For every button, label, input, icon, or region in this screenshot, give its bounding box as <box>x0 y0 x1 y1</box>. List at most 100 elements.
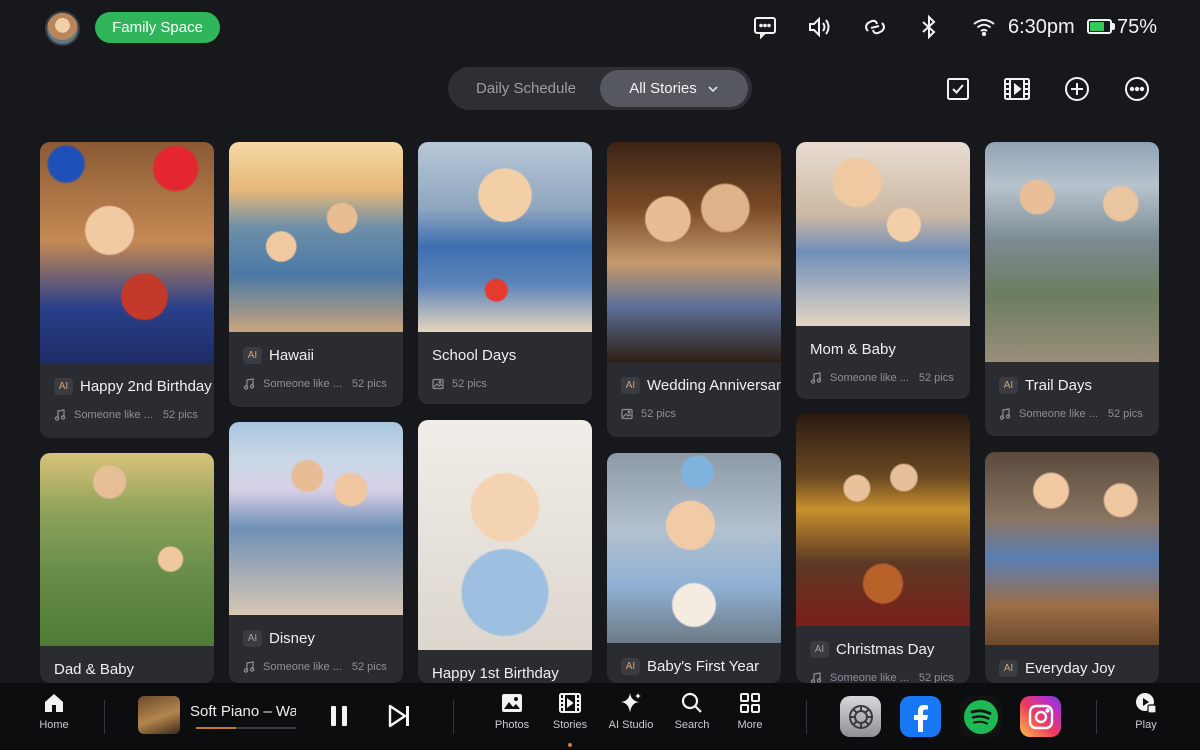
story-cover-photo <box>229 422 403 615</box>
music-note-icon <box>999 408 1011 420</box>
play-cast-icon <box>1136 693 1157 714</box>
dock-separator <box>1096 700 1097 734</box>
music-note-icon <box>810 672 822 683</box>
story-meta: Someone like ... 52 pics <box>999 408 1143 420</box>
story-cover-photo <box>40 142 214 363</box>
music-note-icon <box>810 372 822 384</box>
ai-badge-icon: AI <box>54 378 73 395</box>
photos-label: Photos <box>494 719 530 731</box>
story-pic-count: 52 pics <box>1107 408 1143 420</box>
story-card[interactable]: AI Wedding Anniversary 52 pics <box>607 142 781 437</box>
story-meta: Someone like ... 52 pics <box>243 378 387 390</box>
story-meta: Someone like ... 52 pics <box>243 661 387 673</box>
dock-stories[interactable]: Stories <box>540 691 600 731</box>
stories-label: Stories <box>552 719 588 731</box>
story-pic-count: 52 pics <box>641 408 676 420</box>
now-playing-progress-fill <box>196 727 236 729</box>
story-card[interactable]: AI Happy 2nd Birthday Someone like ... 52 p… <box>40 142 214 438</box>
search-icon <box>681 692 702 713</box>
story-title: Everyday Joy <box>1025 660 1116 677</box>
story-cover-photo <box>40 453 214 646</box>
story-title: Trail Days <box>1025 377 1092 394</box>
dock-separator <box>806 700 807 734</box>
next-track-button[interactable] <box>386 703 412 729</box>
story-card[interactable]: AI Trail Days Someone like ... 52 pics <box>985 142 1159 436</box>
now-playing-artwork[interactable] <box>138 696 180 734</box>
dock-search[interactable]: Search <box>662 691 722 731</box>
dock-more[interactable]: More <box>720 691 780 731</box>
story-title-row: AI Wedding Anniversary <box>621 377 781 394</box>
home-label: Home <box>39 719 69 731</box>
story-cover-photo <box>418 420 592 650</box>
story-pic-count: 52 pics <box>162 409 198 421</box>
dock-photos[interactable]: Photos <box>482 691 542 731</box>
story-title: Hawaii <box>269 347 315 364</box>
story-cover-photo <box>985 142 1159 362</box>
story-cover-photo <box>796 142 970 326</box>
instagram-icon[interactable] <box>1020 696 1061 737</box>
story-title-row: Mom & Baby <box>810 341 896 358</box>
story-cover-photo <box>796 414 970 626</box>
story-title-row: AI Happy 2nd Birthday <box>54 378 212 395</box>
story-meta: Someone like ... 52 pics <box>54 409 198 421</box>
dock-play[interactable]: Play <box>1116 691 1176 731</box>
now-playing-title[interactable]: Soft Piano – Warm <box>190 703 296 720</box>
facebook-icon[interactable] <box>900 696 941 737</box>
ai-badge-icon: AI <box>621 377 640 394</box>
story-cover-photo <box>607 453 781 643</box>
ai-badge-icon: AI <box>999 660 1018 677</box>
spotify-icon[interactable] <box>960 696 1001 737</box>
dock-ai-studio[interactable]: AI Studio <box>601 691 661 731</box>
ai-badge-icon: AI <box>999 377 1018 394</box>
story-title-row: AI Disney <box>243 630 315 647</box>
pause-button[interactable] <box>326 703 352 729</box>
story-pic-count: 52 pics <box>351 661 387 673</box>
settings-icon[interactable] <box>840 696 881 737</box>
story-title: Happy 2nd Birthday <box>80 378 212 395</box>
home-icon <box>45 694 63 712</box>
story-music: Someone like ... <box>263 378 342 390</box>
story-title-row: School Days <box>432 347 516 364</box>
more-label: More <box>737 719 763 731</box>
story-title: Dad & Baby <box>54 661 135 678</box>
ai-studio-label: AI Studio <box>608 719 654 731</box>
ai-badge-icon: AI <box>243 630 262 647</box>
dock-separator <box>453 700 454 734</box>
story-cover-photo <box>418 142 592 332</box>
pause-icon <box>331 706 347 726</box>
active-tab-indicator <box>568 743 572 747</box>
story-pic-count: 52 pics <box>452 378 487 390</box>
story-pic-count: 52 pics <box>351 378 387 390</box>
story-cover-photo <box>229 142 403 332</box>
story-card[interactable]: School Days 52 pics <box>418 142 592 404</box>
story-card[interactable]: AI Hawaii Someone like ... 52 pics <box>229 142 403 407</box>
story-card[interactable]: AI Everyday Joy <box>985 452 1159 683</box>
story-card[interactable]: Mom & Baby Someone like ... 52 pics <box>796 142 970 399</box>
story-meta: Someone like ... 52 pics <box>810 372 954 384</box>
play-label: Play <box>1135 719 1157 731</box>
music-note-icon <box>243 378 255 390</box>
dock-home[interactable]: Home <box>24 691 84 731</box>
story-card[interactable]: Dad & Baby <box>40 453 214 683</box>
story-music: Someone like ... <box>263 661 342 673</box>
story-meta: 52 pics <box>621 408 676 420</box>
stories-icon <box>559 693 581 713</box>
story-cover-photo <box>985 452 1159 645</box>
story-title: Happy 1st Birthday <box>432 665 559 682</box>
skip-next-icon <box>388 704 409 728</box>
sparkle-icon <box>621 693 641 713</box>
story-meta: 52 pics <box>432 378 487 390</box>
music-note-icon <box>243 661 255 673</box>
story-card[interactable]: AI Baby's First Year <box>607 453 781 683</box>
story-card[interactable]: AI Disney Someone like ... 52 pics <box>229 422 403 683</box>
story-card[interactable]: AI Christmas Day Someone like ... 52 pics <box>796 414 970 683</box>
now-playing-progress[interactable] <box>196 727 296 729</box>
story-cover-photo <box>607 142 781 362</box>
dock-separator <box>104 700 105 734</box>
story-title-row: AI Baby's First Year <box>621 658 759 675</box>
story-pic-count: 52 pics <box>918 372 954 384</box>
story-card[interactable]: Happy 1st Birthday <box>418 420 592 683</box>
story-music: Someone like ... <box>74 409 153 421</box>
story-meta: Someone like ... 52 pics <box>810 672 954 683</box>
story-title: School Days <box>432 347 517 364</box>
